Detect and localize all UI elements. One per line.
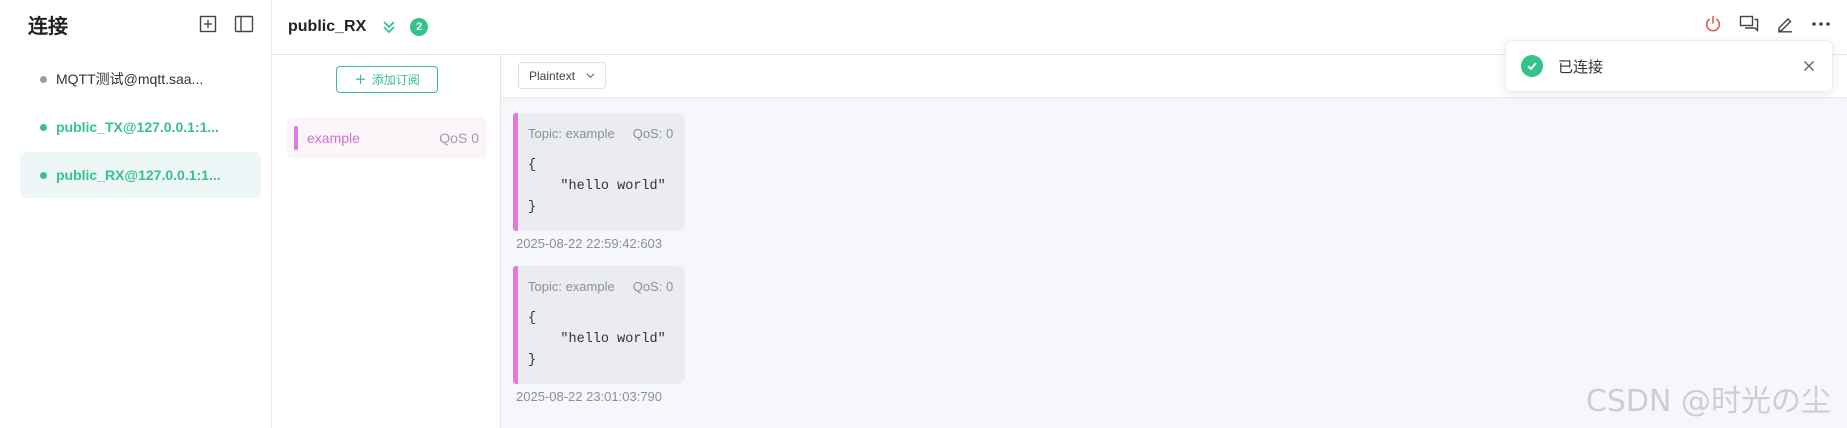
connected-toast: 已连接 xyxy=(1505,40,1833,92)
check-circle-icon xyxy=(1521,55,1543,77)
new-window-icon[interactable] xyxy=(197,13,219,35)
connection-list: MQTT测试@mqtt.saa... public_TX@127.0.0.1:1… xyxy=(0,48,271,198)
topic-color-bar xyxy=(513,266,518,384)
message-item: Topic: example QoS: 0 { "hello world" } … xyxy=(513,113,685,251)
message-time: 2025-08-22 22:59:42:603 xyxy=(516,236,663,251)
connection-item[interactable]: public_TX@127.0.0.1:1... xyxy=(20,104,261,150)
topic-color-bar xyxy=(294,126,298,150)
message-payload: { "hello world" } xyxy=(528,311,666,368)
message-area: Plaintext Topic: example QoS: 0 { "hello… xyxy=(501,55,1847,428)
status-dot xyxy=(40,123,47,131)
plus-icon: + xyxy=(354,70,367,88)
chat-icon[interactable] xyxy=(1737,12,1761,36)
connection-label: MQTT测试@mqtt.saa... xyxy=(56,71,204,87)
payload-format-value: Plaintext xyxy=(529,68,576,83)
message-qos: QoS: 0 xyxy=(632,126,674,141)
subscription-topic: example xyxy=(307,130,360,146)
toast-message: 已连接 xyxy=(1558,57,1604,76)
message-qos: QoS: 0 xyxy=(632,279,674,294)
message-topic: Topic: example xyxy=(528,126,615,141)
sidebar-layout-icon[interactable] xyxy=(233,13,255,35)
connection-label: public_RX@127.0.0.1:1... xyxy=(56,167,221,183)
chevron-down-icon xyxy=(586,73,595,79)
more-icon[interactable] xyxy=(1809,12,1833,36)
double-chevron-down-icon[interactable] xyxy=(380,18,398,36)
message-bubble[interactable]: Topic: example QoS: 0 { "hello world" } xyxy=(513,113,685,231)
subscriptions-panel: + 添加订阅 example QoS 0 xyxy=(272,55,501,428)
topic-color-bar xyxy=(513,113,518,231)
status-dot xyxy=(40,75,47,83)
message-bubble[interactable]: Topic: example QoS: 0 { "hello world" } xyxy=(513,266,685,384)
message-item: Topic: example QoS: 0 { "hello world" } … xyxy=(513,266,685,404)
message-time: 2025-08-22 23:01:03:790 xyxy=(516,389,663,404)
connection-item[interactable]: MQTT测试@mqtt.saa... xyxy=(20,56,261,102)
add-subscription-label: 添加订阅 xyxy=(371,73,420,87)
add-subscription-button[interactable]: + 添加订阅 xyxy=(336,66,438,93)
subscription-qos: QoS 0 xyxy=(439,130,479,146)
payload-format-select[interactable]: Plaintext xyxy=(518,62,606,89)
close-icon[interactable] xyxy=(1798,55,1820,77)
connection-item-active[interactable]: public_RX@127.0.0.1:1... xyxy=(20,152,261,198)
page-title: public_RX xyxy=(288,18,367,35)
message-meta: Topic: example QoS: 0 xyxy=(528,279,685,294)
sidebar-header: 连接 xyxy=(0,0,271,48)
message-meta: Topic: example QoS: 0 xyxy=(528,126,685,141)
watermark: CSDN @时光の尘 xyxy=(1585,384,1831,419)
connection-label: public_TX@127.0.0.1:1... xyxy=(56,119,220,135)
subscription-item[interactable]: example QoS 0 xyxy=(287,117,487,159)
header-actions xyxy=(1689,12,1833,36)
edit-icon[interactable] xyxy=(1773,12,1797,36)
message-topic: Topic: example xyxy=(528,279,615,294)
power-icon[interactable] xyxy=(1701,12,1725,36)
connections-sidebar: 连接 MQTT测试@mqtt.saa... public_TX@127.0.0.… xyxy=(0,0,272,428)
sidebar-title: 连接 xyxy=(28,13,68,38)
message-count-badge: 2 xyxy=(410,18,429,36)
status-dot xyxy=(40,171,47,179)
message-payload: { "hello world" } xyxy=(528,158,666,215)
